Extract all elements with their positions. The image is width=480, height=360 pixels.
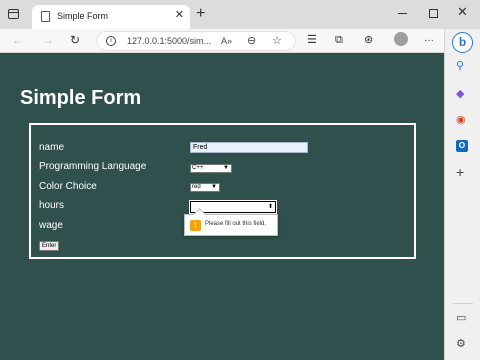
settings-icon[interactable]: ⚙ bbox=[456, 338, 466, 350]
tab-title: Simple Form bbox=[57, 11, 109, 21]
language-select-value: C++ bbox=[192, 165, 204, 171]
color-label: Color Choice bbox=[39, 181, 97, 192]
search-icon[interactable]: ⚲ bbox=[456, 60, 464, 72]
warning-icon: ! bbox=[190, 220, 201, 231]
chevron-updown-icon: ⬍ bbox=[267, 204, 273, 210]
page-content: Simple Form name Fred Programming Langua… bbox=[0, 53, 444, 360]
language-label: Programming Language bbox=[39, 161, 147, 172]
tab-simple-form[interactable]: Simple Form ✕ bbox=[32, 5, 190, 29]
edge-sidebar: b ⚲ ◆ ◉ O + ▭ ⚙ bbox=[444, 29, 480, 360]
minimize-icon[interactable] bbox=[398, 13, 407, 14]
color-select-value: red bbox=[192, 184, 201, 190]
tab-actions-icon[interactable] bbox=[8, 9, 19, 19]
sidebar-toggle-icon[interactable]: ▭ bbox=[456, 312, 466, 324]
validation-message: Please fill out this field. bbox=[205, 221, 267, 227]
tools-icon[interactable]: ◆ bbox=[456, 88, 464, 100]
bing-icon[interactable]: b bbox=[452, 32, 473, 53]
sidebar-divider bbox=[453, 303, 473, 304]
close-tab-icon[interactable]: ✕ bbox=[175, 9, 184, 21]
chevron-down-icon: ▼ bbox=[223, 165, 229, 171]
color-select[interactable]: red ▼ bbox=[190, 183, 220, 192]
language-select[interactable]: C++ ▼ bbox=[190, 164, 232, 173]
refresh-icon[interactable]: ↻ bbox=[70, 34, 80, 47]
maximize-icon[interactable] bbox=[429, 9, 438, 18]
name-label: name bbox=[39, 142, 65, 153]
validation-tooltip: ! Please fill out this field. bbox=[184, 214, 278, 236]
page-icon bbox=[41, 11, 50, 22]
add-icon[interactable]: + bbox=[456, 165, 464, 179]
favorite-icon[interactable]: ☆ bbox=[272, 35, 282, 48]
outlook-icon[interactable]: O bbox=[456, 140, 468, 152]
hours-label: hours bbox=[39, 200, 65, 211]
collections-icon[interactable]: ⧉ bbox=[335, 34, 343, 47]
read-aloud-icon[interactable]: A» bbox=[221, 35, 232, 48]
wage-label: wage bbox=[39, 220, 63, 231]
more-icon[interactable]: ··· bbox=[424, 34, 434, 47]
page-title: Simple Form bbox=[20, 87, 142, 109]
url-text[interactable]: 127.0.0.1:5000/sim... bbox=[127, 36, 211, 46]
new-tab-icon[interactable]: + bbox=[196, 6, 205, 22]
close-window-icon[interactable]: ✕ bbox=[457, 5, 468, 19]
browser-toolbar: ← → ↻ i 127.0.0.1:5000/sim... A» ⊖ ☆ ☰ ⧉… bbox=[0, 29, 480, 53]
back-icon[interactable]: ← bbox=[12, 34, 24, 47]
browser-title-bar: Simple Form ✕ + ✕ bbox=[0, 0, 480, 29]
forward-icon[interactable]: → bbox=[42, 34, 54, 47]
address-bar[interactable]: i 127.0.0.1:5000/sim... A» ⊖ ☆ bbox=[96, 31, 296, 51]
extensions-icon[interactable]: ⊛ bbox=[364, 34, 373, 47]
office-icon[interactable]: ◉ bbox=[456, 114, 466, 126]
zoom-icon[interactable]: ⊖ bbox=[247, 35, 256, 48]
favorites-icon[interactable]: ☰ bbox=[307, 34, 317, 47]
site-info-icon[interactable]: i bbox=[106, 36, 116, 46]
simple-form: name Fred Programming Language C++ ▼ Col… bbox=[29, 123, 416, 259]
name-input[interactable]: Fred bbox=[190, 142, 308, 153]
enter-button[interactable]: Enter bbox=[39, 241, 60, 251]
chevron-down-icon: ▼ bbox=[211, 184, 217, 190]
profile-avatar[interactable] bbox=[394, 32, 408, 46]
